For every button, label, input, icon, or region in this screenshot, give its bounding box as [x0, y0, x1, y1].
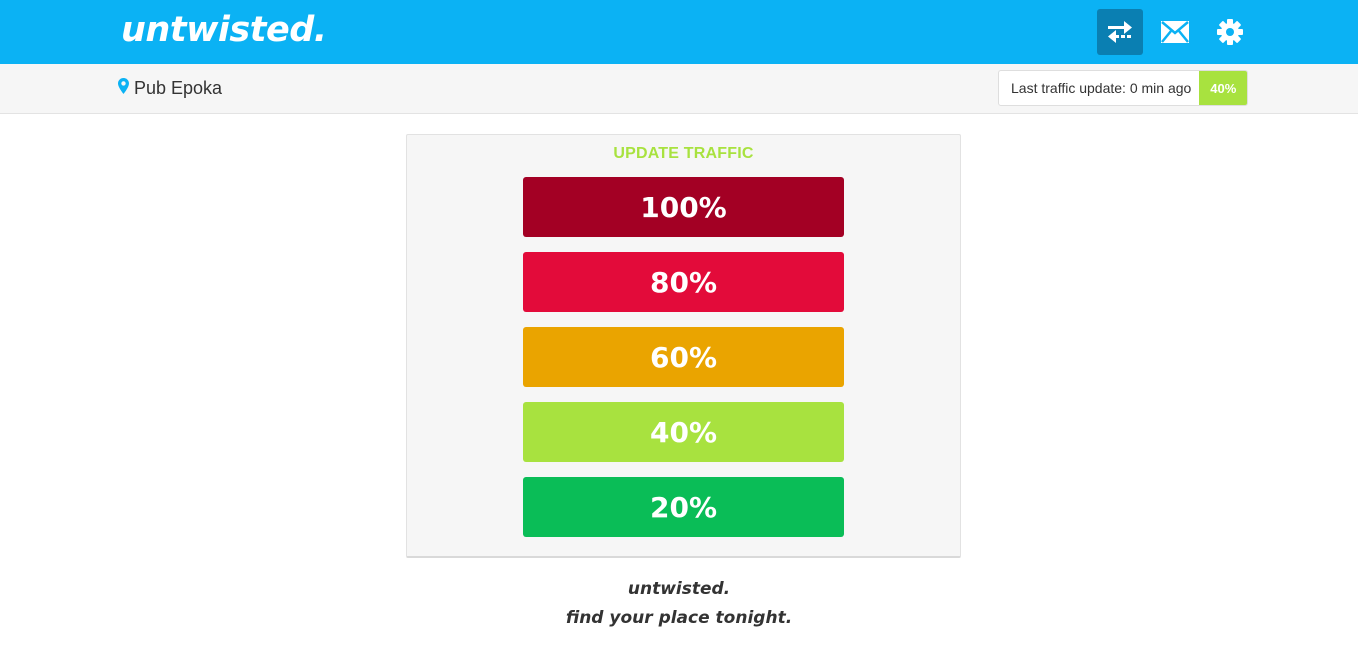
location-name: Pub Epoka	[134, 78, 223, 98]
traffic-40-button[interactable]: 40%	[523, 402, 844, 462]
top-navbar: untwisted.	[0, 0, 1358, 64]
messages-button[interactable]	[1152, 9, 1198, 55]
settings-button[interactable]	[1207, 9, 1253, 55]
panel-title: UPDATE TRAFFIC	[613, 145, 754, 162]
footer-brand: untwisted.	[627, 579, 731, 599]
swap-icon	[1106, 20, 1134, 44]
current-traffic-badge: 40%	[1199, 71, 1248, 105]
traffic-100-button[interactable]: 100%	[523, 177, 844, 237]
last-update-label: Last traffic update: 0 min ago	[1011, 80, 1192, 96]
footer: untwisted. find your place tonight.	[0, 575, 1358, 633]
traffic-60-button[interactable]: 60%	[523, 327, 844, 387]
brand-logo[interactable]: untwisted.	[121, 6, 327, 54]
mail-icon	[1161, 21, 1189, 43]
update-traffic-panel: UPDATE TRAFFIC 100% 80% 60% 40% 20%	[406, 134, 961, 558]
location: Pub Epoka	[118, 77, 222, 99]
traffic-80-button[interactable]: 80%	[523, 252, 844, 312]
traffic-status: Last traffic update: 0 min ago 40%	[998, 70, 1249, 106]
swap-button[interactable]	[1097, 9, 1143, 55]
location-bar: Pub Epoka Last traffic update: 0 min ago…	[0, 64, 1358, 114]
traffic-20-button[interactable]: 20%	[523, 477, 844, 537]
gear-icon	[1216, 18, 1244, 46]
map-pin-icon	[118, 77, 129, 99]
footer-tagline: find your place tonight.	[565, 608, 793, 628]
